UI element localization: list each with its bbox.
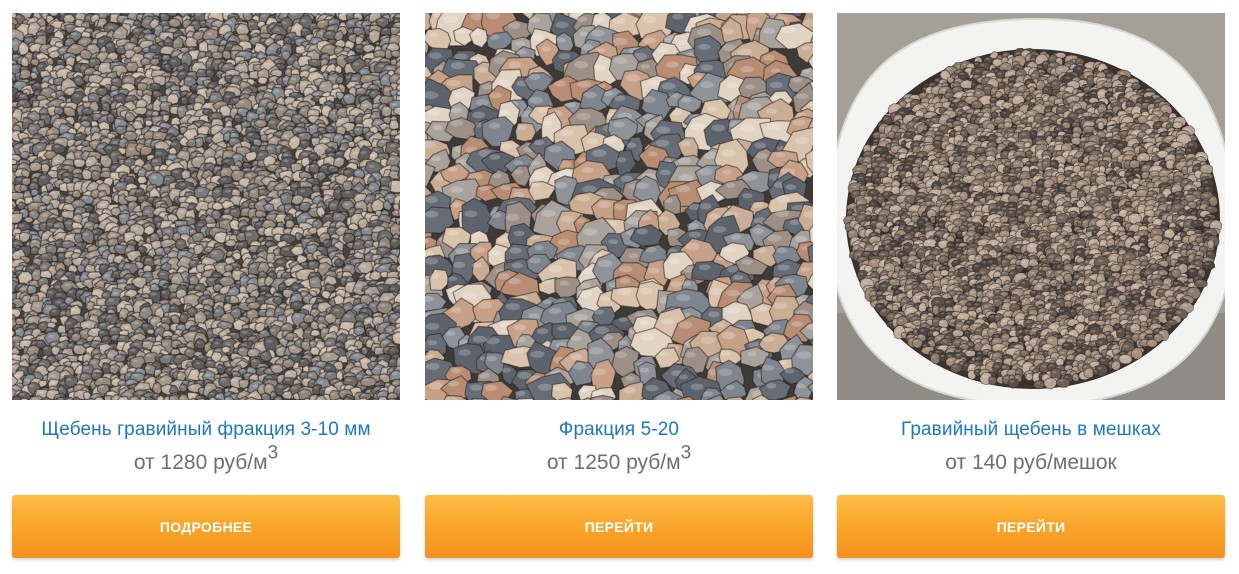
- product-price: от 1280 руб/м3: [12, 444, 400, 476]
- product-title-link[interactable]: Щебень гравийный фракция 3-10 мм: [12, 418, 400, 442]
- gravel-fine-photo: [12, 13, 400, 400]
- price-value: 140: [971, 451, 1007, 474]
- details-button[interactable]: ПОДРОБНЕЕ: [12, 495, 400, 558]
- price-unit: руб/мешок: [1012, 451, 1117, 474]
- product-image-gravel-3-10[interactable]: [12, 13, 400, 400]
- product-price: от 1250 руб/м3: [425, 444, 813, 476]
- product-price: от 140 руб/мешок: [837, 450, 1225, 476]
- product-image-fraction-5-20[interactable]: [425, 13, 813, 400]
- price-prefix: от: [133, 451, 155, 474]
- gravel-bag-photo: [837, 13, 1225, 400]
- product-card-fraction-5-20: Фракция 5-20 от 1250 руб/м3 ПЕРЕЙТИ: [425, 13, 813, 558]
- price-prefix: от: [945, 451, 967, 474]
- product-card-gravel-3-10: Щебень гравийный фракция 3-10 мм от 1280…: [12, 13, 400, 558]
- price-unit-superscript: 3: [267, 442, 279, 464]
- price-value: 1280: [160, 451, 208, 474]
- gravel-coarse-photo: [425, 13, 813, 400]
- product-image-gravel-bags[interactable]: [837, 13, 1225, 400]
- price-prefix: от: [546, 451, 568, 474]
- go-button[interactable]: ПЕРЕЙТИ: [425, 495, 813, 558]
- product-title-link[interactable]: Фракция 5-20: [425, 418, 813, 442]
- go-button[interactable]: ПЕРЕЙТИ: [837, 495, 1225, 558]
- product-card-gravel-bags: Гравийный щебень в мешках от 140 руб/меш…: [837, 13, 1225, 558]
- price-unit: руб/м: [213, 451, 268, 474]
- product-grid: Щебень гравийный фракция 3-10 мм от 1280…: [0, 0, 1239, 574]
- product-title-link[interactable]: Гравийный щебень в мешках: [837, 418, 1225, 442]
- price-unit-superscript: 3: [680, 442, 692, 464]
- price-unit: руб/м: [626, 451, 681, 474]
- price-value: 1250: [573, 451, 621, 474]
